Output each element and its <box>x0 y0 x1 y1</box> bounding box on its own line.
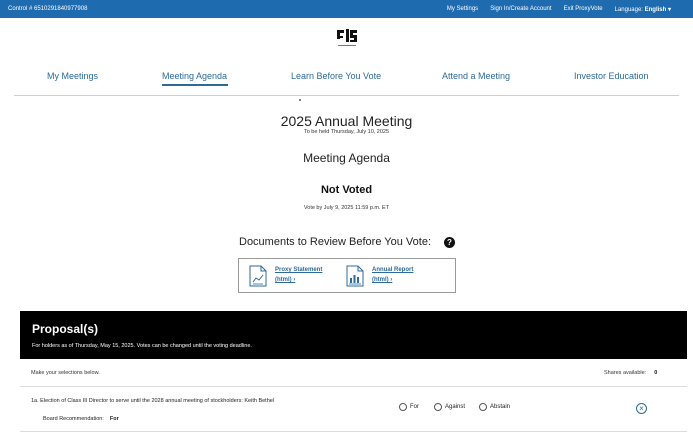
annual-report-name[interactable]: Annual Report <box>372 265 413 275</box>
annual-report-icon <box>346 265 364 287</box>
help-icon[interactable]: ? <box>444 237 455 248</box>
shares-available: Shares available: 0 <box>604 370 657 376</box>
annual-report-doc[interactable]: Annual Report (html) › <box>346 265 413 287</box>
exit-proxyvote-link[interactable]: Exit ProxyVote <box>564 6 603 13</box>
proxy-statement-icon <box>249 265 267 287</box>
proposals-banner: Proposal(s) For holders as of Thursday, … <box>20 311 687 359</box>
meeting-date: To be held Thursday, July 10, 2025 <box>303 129 390 135</box>
vote-for-radio[interactable]: For <box>399 403 419 411</box>
vote-status: Not Voted <box>320 184 373 196</box>
vote-against-label: Against <box>445 404 466 410</box>
nav-divider <box>14 95 679 96</box>
control-number: Control # 6510291840977908 <box>8 6 88 12</box>
language-label: Language: <box>614 7 643 13</box>
nav-attend-a-meeting[interactable]: Attend a Meeting <box>442 71 510 81</box>
proxy-statement-format[interactable]: (html) › <box>275 275 322 285</box>
shares-label: Shares available: <box>604 370 647 376</box>
radio-circle[interactable] <box>434 403 442 411</box>
divider <box>20 431 687 432</box>
documents-heading: Documents to Review Before You Vote: <box>239 236 432 248</box>
language-selector[interactable]: Language: English ▾ <box>615 6 671 13</box>
proposals-title: Proposal(s) <box>32 322 99 336</box>
vote-abstain-label: Abstain <box>490 404 511 410</box>
radio-circle[interactable] <box>479 403 487 411</box>
documents-box: Proxy Statement (html) › Annual Report (… <box>238 258 456 293</box>
selection-instructions: Make your selections below. <box>31 370 100 376</box>
vote-against-radio[interactable]: Against <box>434 403 465 411</box>
nav-my-meetings[interactable]: My Meetings <box>47 71 98 81</box>
proxy-statement-name[interactable]: Proxy Statement <box>275 265 322 275</box>
my-settings-link[interactable]: My Settings <box>447 6 478 13</box>
top-links: My Settings Sign In/Create Account Exit … <box>447 6 671 13</box>
clear-selection-icon[interactable]: × <box>636 403 647 414</box>
board-recommendation: Board Recommendation: For <box>43 416 119 422</box>
vote-deadline: Vote by July 9, 2025 11:59 p.m. ET <box>303 205 390 211</box>
annual-report-link[interactable]: Annual Report (html) › <box>372 265 413 285</box>
agenda-title: Meeting Agenda <box>303 151 390 165</box>
proposals-subtitle: For holders as of Thursday, May 15, 2025… <box>32 343 252 349</box>
decorative-dot <box>299 99 301 101</box>
recommendation-value: For <box>109 416 119 422</box>
sign-in-link[interactable]: Sign In/Create Account <box>490 6 551 13</box>
top-bar: Control # 6510291840977908 My Settings S… <box>0 0 693 18</box>
company-logo <box>337 29 357 46</box>
recommendation-label: Board Recommendation: <box>43 416 104 422</box>
proxy-statement-doc[interactable]: Proxy Statement (html) › <box>249 265 322 287</box>
language-value: English ▾ <box>644 7 671 13</box>
nav-investor-education[interactable]: Investor Education <box>574 71 649 81</box>
nav-meeting-agenda[interactable]: Meeting Agenda <box>162 71 227 81</box>
meeting-title: 2025 Annual Meeting <box>280 113 413 129</box>
shares-value: 0 <box>654 370 658 376</box>
main-nav: My Meetings Meeting Agenda Learn Before … <box>0 71 693 86</box>
active-tab-underline <box>162 84 228 86</box>
nav-learn-before-you-vote[interactable]: Learn Before You Vote <box>291 71 381 81</box>
proposal-text: 1a. Election of Class III Director to se… <box>31 398 275 404</box>
annual-report-format[interactable]: (html) › <box>372 275 413 285</box>
vote-for-label: For <box>410 404 419 410</box>
radio-circle[interactable] <box>399 403 407 411</box>
proxy-statement-link[interactable]: Proxy Statement (html) › <box>275 265 322 285</box>
vote-abstain-radio[interactable]: Abstain <box>479 403 510 411</box>
divider <box>20 386 687 387</box>
